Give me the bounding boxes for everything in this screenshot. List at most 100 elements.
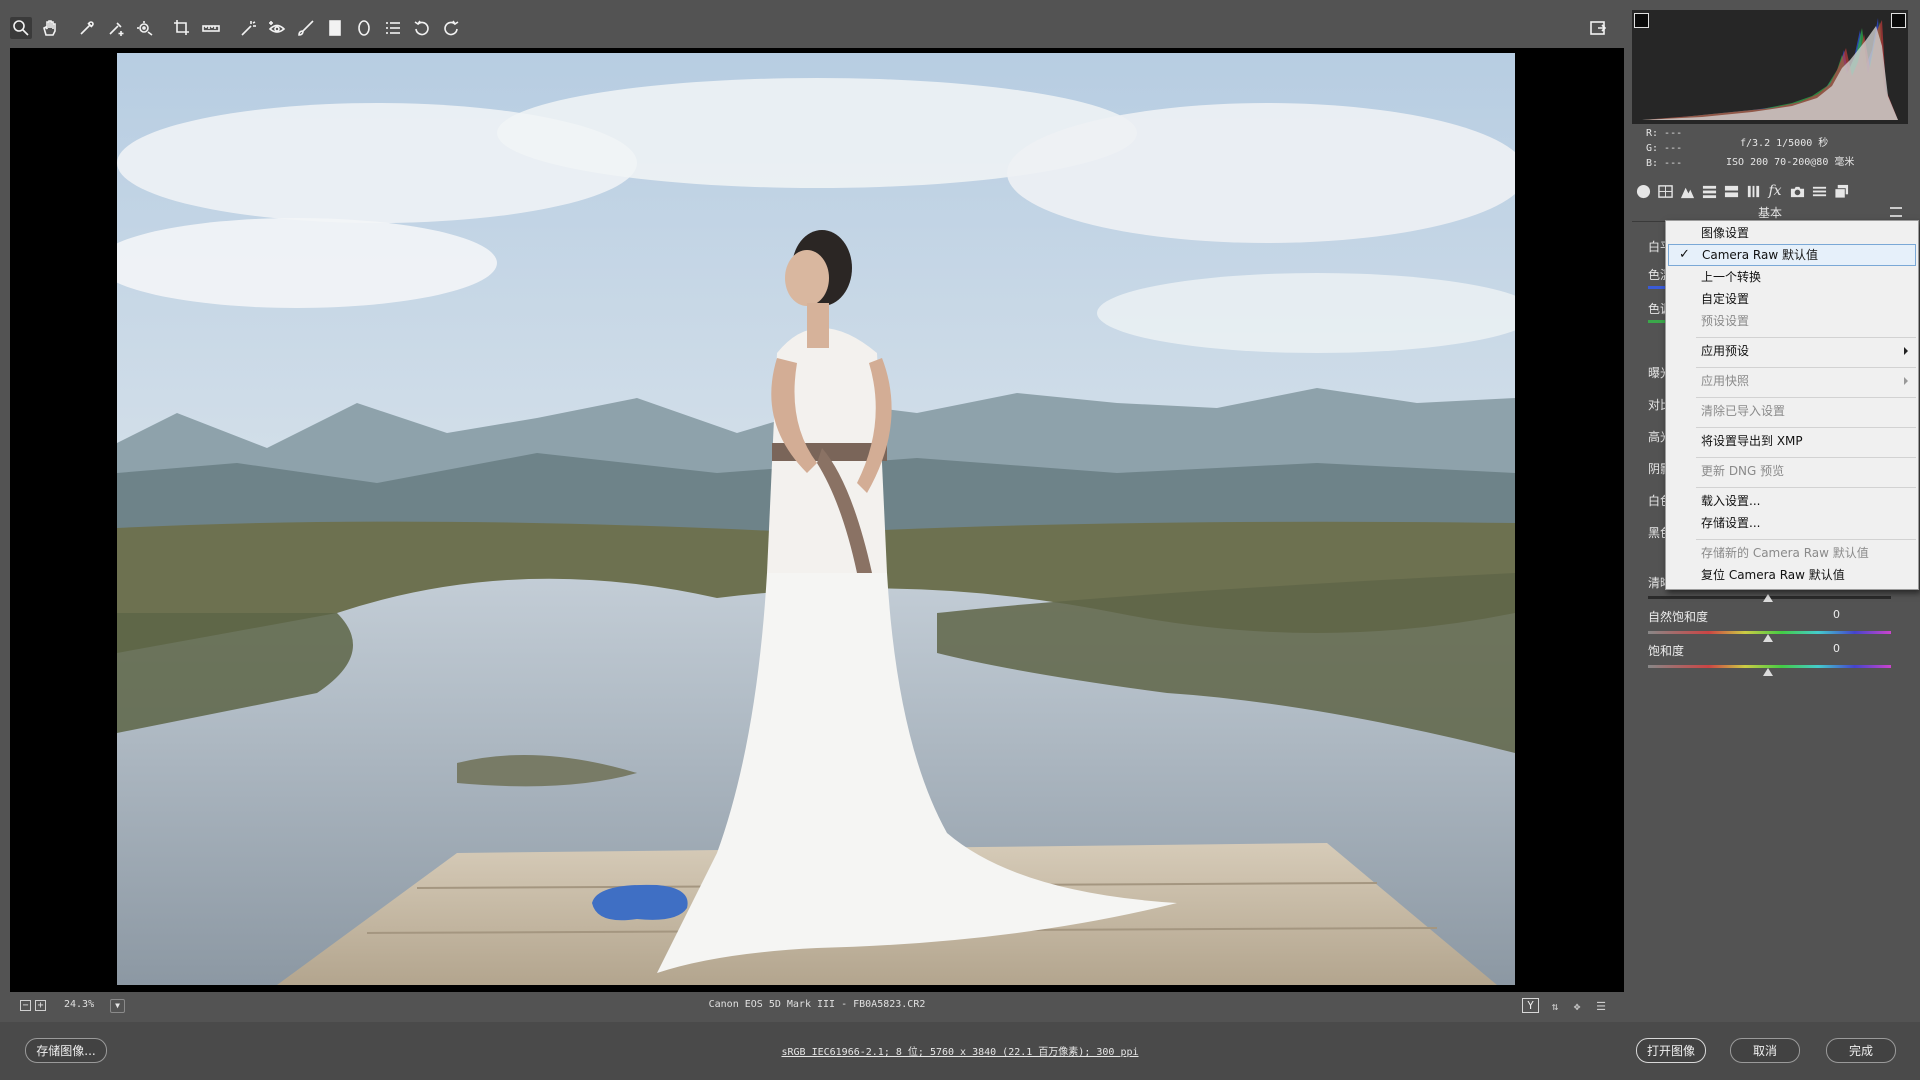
tab-lens-corrections[interactable] bbox=[1742, 181, 1764, 201]
red-eye-removal-tool-button[interactable] bbox=[266, 17, 288, 39]
tab-detail[interactable] bbox=[1676, 181, 1698, 201]
spot-removal-tool-button[interactable] bbox=[237, 17, 259, 39]
radial-filter-icon bbox=[358, 20, 370, 36]
rotate-right-icon bbox=[444, 20, 459, 36]
color-sampler-tool-button[interactable] bbox=[105, 17, 127, 39]
crop-tool-button[interactable] bbox=[171, 17, 193, 39]
hand-icon bbox=[43, 20, 56, 36]
color-sampler-icon bbox=[109, 22, 124, 36]
menu-separator bbox=[1696, 539, 1916, 540]
saturation-slider: 饱和度 0 bbox=[1648, 642, 1898, 676]
white-balance-tool-button[interactable] bbox=[76, 17, 98, 39]
rgb-green-readout: G: --- bbox=[1646, 143, 1683, 154]
workflow-options-link[interactable]: sRGB IEC61966-2.1; 8 位; 5760 x 3840 (22.… bbox=[0, 1043, 1920, 1058]
aperture-shutter: f/3.2 1/5000 秒 bbox=[1740, 138, 1829, 149]
menu-separator bbox=[1696, 337, 1916, 338]
menu-separator bbox=[1696, 397, 1916, 398]
zoom-tool-button[interactable] bbox=[10, 17, 32, 39]
vibrance-value[interactable]: 0 bbox=[1833, 608, 1840, 621]
open-image-button[interactable]: 打开图像 bbox=[1636, 1038, 1706, 1063]
tab-presets[interactable] bbox=[1808, 181, 1830, 201]
menu-item-camera-raw-defaults[interactable]: ✓ Camera Raw 默认值 bbox=[1668, 244, 1916, 266]
copy-settings-button[interactable]: ✥ bbox=[1568, 998, 1586, 1014]
clarity-thumb[interactable] bbox=[1763, 594, 1773, 602]
photo-preview[interactable] bbox=[117, 53, 1515, 985]
rgb-red-readout: R: --- bbox=[1646, 128, 1683, 139]
vibrance-label: 自然饱和度 bbox=[1648, 610, 1709, 624]
lens-icon bbox=[1747, 185, 1759, 197]
menu-item-previous-conversion[interactable]: 上一个转换 bbox=[1668, 266, 1916, 288]
menu-item-save-new-defaults: 存储新的 Camera Raw 默认值 bbox=[1701, 546, 1869, 560]
radial-filter-tool-button[interactable] bbox=[353, 17, 375, 39]
before-after-view-button[interactable]: Y bbox=[1522, 998, 1539, 1013]
menu-item-image-settings[interactable]: 图像设置 bbox=[1668, 222, 1916, 244]
panel-title: 基本 bbox=[1757, 206, 1782, 220]
menu-item-export-settings-xmp[interactable]: 将设置导出到 XMP bbox=[1668, 430, 1916, 452]
presets-icon bbox=[1812, 186, 1826, 196]
menu-item-preset-settings: 预设设置 bbox=[1701, 314, 1750, 328]
settings-lines-icon: ☰ bbox=[1596, 999, 1606, 1013]
vibrance-slider: 自然饱和度 0 bbox=[1648, 608, 1898, 642]
tab-snapshots[interactable] bbox=[1830, 181, 1852, 201]
magnifier-icon bbox=[13, 20, 29, 36]
menu-separator bbox=[1696, 427, 1916, 428]
iso-focal-length: ISO 200 70-200@80 毫米 bbox=[1726, 157, 1855, 168]
menu-item-custom-settings[interactable]: 自定设置 bbox=[1668, 288, 1916, 310]
red-eye-icon bbox=[268, 21, 286, 33]
graduated-filter-tool-button[interactable] bbox=[324, 17, 346, 39]
copy-icon: ✥ bbox=[1573, 999, 1581, 1013]
swap-settings-button[interactable]: ⇅ bbox=[1546, 998, 1564, 1014]
toggle-settings-button[interactable]: ☰ bbox=[1592, 998, 1610, 1014]
saturation-thumb[interactable] bbox=[1763, 668, 1773, 676]
bride-on-pier-photo bbox=[117, 53, 1515, 985]
cancel-button[interactable]: 取消 bbox=[1730, 1038, 1800, 1063]
menu-item-apply-preset[interactable]: 应用预设 bbox=[1668, 340, 1916, 362]
mountain-icon bbox=[1680, 187, 1694, 198]
tab-basic[interactable] bbox=[1632, 181, 1654, 201]
image-preview-area[interactable] bbox=[10, 48, 1624, 992]
toolbar bbox=[10, 10, 1624, 46]
grid-icon bbox=[1657, 184, 1673, 198]
fullscreen-toggle-button[interactable] bbox=[1587, 17, 1609, 39]
menu-item-update-dng-previews: 更新 DNG 预览 bbox=[1701, 464, 1785, 478]
metadata-readout: R: --- G: --- B: --- f/3.2 1/5000 秒 ISO … bbox=[1632, 126, 1908, 174]
camera-icon bbox=[1790, 186, 1804, 197]
straighten-tool-button[interactable] bbox=[200, 17, 222, 39]
menu-separator bbox=[1696, 367, 1916, 368]
split-toning-icon bbox=[1724, 185, 1738, 197]
preferences-tool-button[interactable] bbox=[382, 17, 404, 39]
checkmark-icon: ✓ bbox=[1679, 247, 1690, 262]
tab-effects[interactable]: fx bbox=[1764, 181, 1786, 201]
fullscreen-icon bbox=[1590, 21, 1607, 35]
targeted-adjustment-tool-button[interactable] bbox=[134, 17, 156, 39]
adjustment-brush-tool-button[interactable] bbox=[295, 17, 317, 39]
menu-separator bbox=[1696, 457, 1916, 458]
histogram-graph bbox=[1642, 18, 1898, 120]
aperture-icon bbox=[1636, 184, 1650, 198]
submenu-arrow-icon bbox=[1904, 347, 1908, 355]
straighten-icon bbox=[202, 25, 220, 32]
menu-item-load-settings[interactable]: 载入设置... bbox=[1668, 490, 1916, 512]
submenu-arrow-icon bbox=[1904, 377, 1908, 385]
panel-tabs: fx bbox=[1632, 180, 1908, 202]
tab-split-toning[interactable] bbox=[1720, 181, 1742, 201]
file-info: Canon EOS 5D Mark III - FB0A5823.CR2 bbox=[708, 999, 926, 1010]
saturation-label: 饱和度 bbox=[1648, 644, 1685, 658]
menu-item-save-settings[interactable]: 存储设置... bbox=[1668, 512, 1916, 534]
done-button[interactable]: 完成 bbox=[1826, 1038, 1896, 1063]
rotate-right-tool-button[interactable] bbox=[440, 17, 462, 39]
fx-icon: fx bbox=[1768, 183, 1782, 199]
tab-tone-curve[interactable] bbox=[1654, 181, 1676, 201]
menu-item-reset-defaults[interactable]: 复位 Camera Raw 默认值 bbox=[1668, 564, 1916, 586]
panel-menu-button[interactable] bbox=[1890, 207, 1902, 217]
spot-removal-icon bbox=[241, 21, 256, 36]
saturation-value[interactable]: 0 bbox=[1833, 642, 1840, 655]
rotate-left-tool-button[interactable] bbox=[411, 17, 433, 39]
vibrance-thumb[interactable] bbox=[1763, 634, 1773, 642]
graduated-filter-icon bbox=[329, 20, 341, 36]
list-icon bbox=[386, 22, 400, 34]
tab-camera-calibration[interactable] bbox=[1786, 181, 1808, 201]
menu-separator bbox=[1696, 487, 1916, 488]
hand-tool-button[interactable] bbox=[39, 17, 61, 39]
tab-hsl[interactable] bbox=[1698, 181, 1720, 201]
